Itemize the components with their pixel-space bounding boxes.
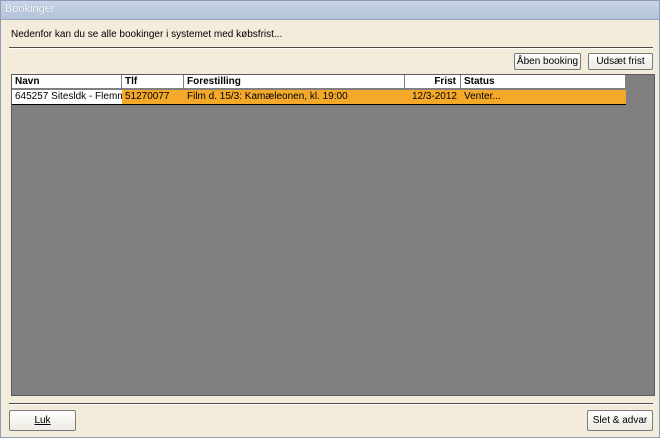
delete-and-warn-button[interactable]: Slet & advar: [587, 410, 653, 431]
close-button[interactable]: Luk: [9, 410, 76, 431]
cell-name: 645257 Sitesldk - Flemming: [12, 90, 122, 104]
title-bar[interactable]: Bookinger: [1, 1, 659, 20]
description-text: Nedenfor kan du se alle bookinger i syst…: [11, 29, 283, 40]
bookings-table[interactable]: Navn Tlf Forestilling Frist Status 64525…: [11, 74, 655, 396]
cell-show: Film d. 15/3: Kamæleonen, kl. 19:00: [187, 91, 348, 102]
window-title: Bookinger: [5, 3, 55, 15]
bottom-divider: [9, 403, 653, 405]
open-booking-button[interactable]: Åben booking: [514, 53, 581, 70]
cell-phone: 51270077: [125, 91, 170, 102]
column-header-status[interactable]: Status: [461, 75, 626, 89]
column-header-name[interactable]: Navn: [12, 75, 122, 89]
cell-deadline: 12/3-2012: [411, 91, 457, 102]
column-header-deadline[interactable]: Frist: [405, 75, 461, 89]
close-button-label: Luk: [34, 415, 51, 426]
table-row[interactable]: 645257 Sitesldk - Flemming 51270077 Film…: [12, 90, 626, 105]
column-header-show[interactable]: Forestilling: [184, 75, 405, 89]
bookings-window: Bookinger Nedenfor kan du se alle bookin…: [0, 0, 660, 438]
column-header-phone[interactable]: Tlf: [122, 75, 184, 89]
cell-status: Venter...: [464, 91, 501, 102]
postpone-deadline-button[interactable]: Udsæt frist: [588, 53, 653, 70]
top-divider: [9, 47, 653, 49]
